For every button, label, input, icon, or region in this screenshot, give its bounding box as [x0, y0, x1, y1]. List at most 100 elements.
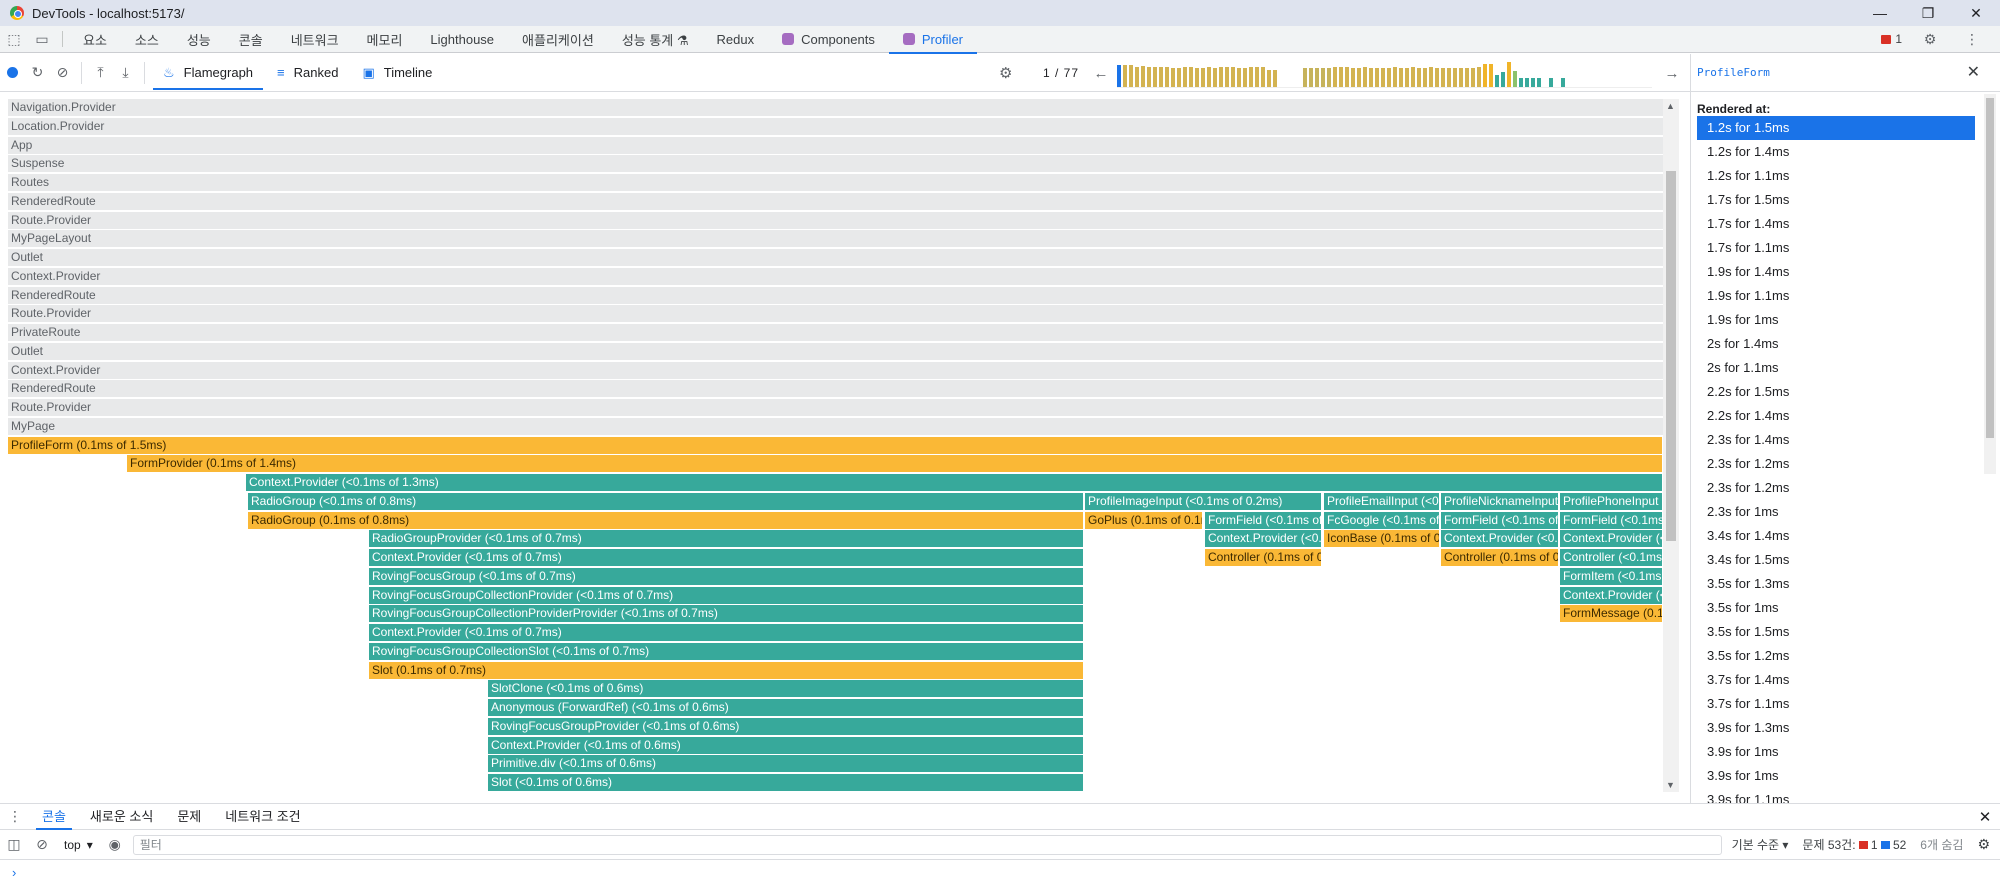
restore-icon[interactable]: ❐ — [1904, 0, 1952, 26]
flame-node[interactable]: RadioGroupProvider (<0.1ms of 0.7ms) — [369, 530, 1083, 547]
commit-bar[interactable] — [1369, 68, 1373, 87]
flame-node[interactable]: FormField (<0.1ms of 0.1ms) — [1441, 512, 1558, 529]
save-profile-button[interactable]: ⤓ — [113, 54, 138, 92]
render-list-item[interactable]: 3.9s for 1.3ms — [1697, 716, 1975, 740]
flame-node[interactable]: Controller (<0.1ms of 0.1ms) — [1560, 549, 1662, 566]
tab-3[interactable]: 콘솔 — [225, 26, 277, 53]
tab-10[interactable]: Components — [768, 26, 889, 53]
flame-node[interactable]: Anonymous (ForwardRef) (<0.1ms of 0.6ms) — [488, 699, 1083, 716]
tab-5[interactable]: 메모리 — [353, 26, 417, 53]
commit-bar[interactable] — [1351, 68, 1355, 87]
render-list-item[interactable]: 3.7s for 1.4ms — [1697, 668, 1975, 692]
render-list-item[interactable]: 3.5s for 1.5ms — [1697, 620, 1975, 644]
flame-node[interactable]: Slot (<0.1ms of 0.6ms) — [488, 774, 1083, 791]
commit-bar[interactable] — [1309, 68, 1313, 87]
render-list-item[interactable]: 3.5s for 1.3ms — [1697, 572, 1975, 596]
drawer-tab-0[interactable]: 콘솔 — [30, 804, 78, 830]
inspect-element-icon[interactable]: ⬚ — [0, 26, 28, 53]
load-profile-button[interactable]: ⤒ — [88, 54, 113, 92]
sidebar-toggle-icon[interactable]: ◫ — [0, 836, 28, 853]
live-expression-eye-icon[interactable]: ◉ — [101, 836, 129, 853]
record-button[interactable] — [0, 54, 25, 92]
commit-bar[interactable] — [1357, 68, 1361, 87]
scroll-up-icon[interactable]: ▲ — [1666, 101, 1675, 111]
flame-node[interactable]: Context.Provider (<0.1ms of 1.3ms) — [246, 474, 1662, 491]
commit-bar[interactable] — [1501, 72, 1505, 87]
device-toolbar-icon[interactable]: ▭ — [28, 26, 56, 53]
tab-1[interactable]: 소스 — [121, 26, 173, 53]
flame-node[interactable]: RenderedRoute — [8, 287, 1663, 304]
commit-bar[interactable] — [1531, 78, 1535, 87]
flame-node[interactable]: RovingFocusGroupCollectionProvider (<0.1… — [369, 587, 1083, 604]
flame-node[interactable]: ProfileForm (0.1ms of 1.5ms) — [8, 437, 1662, 454]
commit-bar[interactable] — [1321, 68, 1325, 87]
commit-bar[interactable] — [1549, 78, 1553, 87]
flame-node[interactable]: MyPage — [8, 418, 1663, 435]
flame-node[interactable]: FormField (<0.1ms of 0.1ms) — [1205, 512, 1321, 529]
commit-bar[interactable] — [1129, 65, 1133, 87]
commit-bar[interactable] — [1525, 78, 1529, 87]
flame-node[interactable]: Suspense — [8, 155, 1663, 172]
more-options-icon[interactable]: ⋮ — [1958, 26, 1986, 53]
commit-bar[interactable] — [1399, 68, 1403, 87]
commit-bar-chart[interactable] — [1117, 58, 1652, 88]
commit-bar[interactable] — [1435, 68, 1439, 87]
commit-bar[interactable] — [1243, 68, 1247, 87]
flame-node[interactable]: Routes — [8, 174, 1663, 191]
flame-node[interactable]: PrivateRoute — [8, 324, 1663, 341]
flame-node[interactable]: RovingFocusGroupProvider (<0.1ms of 0.6m… — [488, 718, 1083, 735]
commit-bar[interactable] — [1477, 67, 1481, 87]
commit-bar[interactable] — [1207, 67, 1211, 87]
flame-node[interactable]: Slot (0.1ms of 0.7ms) — [369, 662, 1083, 679]
commit-bar[interactable] — [1483, 64, 1487, 87]
commit-bar[interactable] — [1387, 68, 1391, 87]
commit-bar[interactable] — [1507, 62, 1511, 87]
flame-node[interactable]: Context.Provider — [8, 362, 1663, 379]
commit-bar[interactable] — [1459, 68, 1463, 87]
flame-node[interactable]: Route.Provider — [8, 212, 1663, 229]
render-list-item[interactable]: 3.9s for 1ms — [1697, 740, 1975, 764]
render-list-item[interactable]: 1.2s for 1.5ms — [1697, 116, 1975, 140]
flame-node[interactable]: Route.Provider — [8, 305, 1663, 322]
commit-bar[interactable] — [1201, 68, 1205, 87]
tab-2[interactable]: 성능 — [173, 26, 225, 53]
render-list-item[interactable]: 2.2s for 1.4ms — [1697, 404, 1975, 428]
commit-bar[interactable] — [1363, 67, 1367, 87]
flame-node[interactable]: Context.Provider — [8, 268, 1663, 285]
commit-bar[interactable] — [1495, 75, 1499, 87]
flame-node[interactable]: RadioGroup (<0.1ms of 0.8ms) — [248, 493, 1083, 510]
render-list-item[interactable]: 3.5s for 1.2ms — [1697, 644, 1975, 668]
flame-node[interactable]: Outlet — [8, 343, 1663, 360]
flame-node[interactable]: Context.Provider (<0.1ms of 0.7ms) — [369, 624, 1083, 641]
flame-node[interactable]: Context.Provider (<0.1ms of 0.7ms) — [369, 549, 1083, 566]
commit-bar[interactable] — [1513, 71, 1517, 87]
flame-node[interactable]: RenderedRoute — [8, 380, 1663, 397]
commit-bar[interactable] — [1225, 67, 1229, 87]
render-list-item[interactable]: 1.9s for 1ms — [1697, 308, 1975, 332]
tab-6[interactable]: Lighthouse — [416, 26, 508, 53]
flame-node[interactable]: Context.Provider (<0.1ms of 0.1ms) — [1560, 587, 1662, 604]
flame-node[interactable]: MyPageLayout — [8, 230, 1663, 247]
render-list-item[interactable]: 3.4s for 1.5ms — [1697, 548, 1975, 572]
flame-node[interactable]: FormProvider (0.1ms of 1.4ms) — [127, 455, 1662, 472]
commit-bar[interactable] — [1429, 67, 1433, 87]
commit-bar[interactable] — [1405, 68, 1409, 87]
commit-bar[interactable] — [1123, 65, 1127, 87]
render-list-item[interactable]: 2.3s for 1.2ms — [1697, 452, 1975, 476]
render-list-item[interactable]: 1.7s for 1.1ms — [1697, 236, 1975, 260]
commit-bar[interactable] — [1345, 67, 1349, 87]
flame-node[interactable]: IconBase (0.1ms of 0.1ms) — [1324, 530, 1439, 547]
commit-bar[interactable] — [1453, 68, 1457, 87]
scroll-down-icon[interactable]: ▼ — [1666, 780, 1675, 790]
commit-bar[interactable] — [1117, 65, 1121, 87]
drawer-tab-2[interactable]: 문제 — [165, 804, 213, 830]
commit-bar[interactable] — [1255, 67, 1259, 87]
commit-bar[interactable] — [1147, 67, 1151, 87]
flame-node[interactable]: ProfileImageInput (<0.1ms of 0.2ms) — [1085, 493, 1321, 510]
commit-bar[interactable] — [1195, 68, 1199, 87]
render-list-item[interactable]: 1.9s for 1.4ms — [1697, 260, 1975, 284]
render-list-item[interactable]: 1.9s for 1.1ms — [1697, 284, 1975, 308]
commit-bar[interactable] — [1315, 68, 1319, 87]
commit-bar[interactable] — [1171, 68, 1175, 87]
render-list-item[interactable]: 1.2s for 1.4ms — [1697, 140, 1975, 164]
